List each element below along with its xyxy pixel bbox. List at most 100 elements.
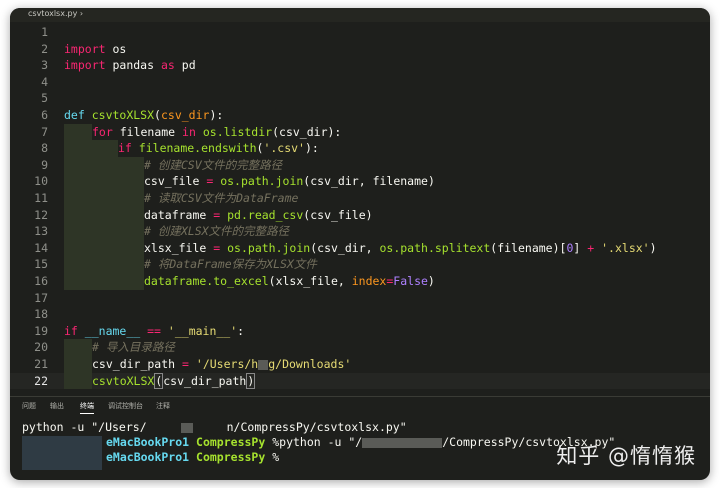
prompt-dir: CompressPy xyxy=(196,450,266,464)
string: g/Downloads' xyxy=(268,357,352,371)
redacted-block xyxy=(362,437,443,448)
function-call: os.path.join xyxy=(227,240,311,255)
function-call: os.path.join xyxy=(220,174,304,189)
module-name: os xyxy=(112,41,127,56)
function-call: dataframe.to_excel xyxy=(144,274,269,288)
function-call: os.listdir xyxy=(202,124,273,139)
line-number: 12 xyxy=(34,207,48,222)
code-line[interactable]: 6 def csvtoXLSX(csv_dir): xyxy=(10,107,710,124)
line-number: 13 xyxy=(34,224,48,239)
variable: filename xyxy=(119,124,176,139)
variable: xlsx_file xyxy=(275,274,338,288)
indent-guide xyxy=(64,156,144,174)
indent-guide xyxy=(64,190,144,207)
keyword: import xyxy=(64,41,106,56)
variable: csv_dir xyxy=(317,240,366,255)
panel-tab-bar: 问题 输出 终端 调试控制台 注释 xyxy=(10,396,710,417)
indent-guide xyxy=(64,339,92,356)
code-line[interactable]: 7 for filename in os.listdir(csv_dir): xyxy=(10,123,710,141)
variable: csv_dir xyxy=(310,174,359,189)
indent-guide xyxy=(64,356,92,373)
file-tab-label[interactable]: csvtoxlsx.py xyxy=(28,9,77,18)
variable: filename xyxy=(497,240,553,255)
terminal-line: python -u "/Users/n/CompressPy/csvtoxlsx… xyxy=(22,420,407,434)
terminal-line: eMacBookPro1 CompressPy % xyxy=(106,450,279,464)
variable: filename xyxy=(372,174,428,189)
code-editor[interactable]: 1 2 import os 3 import pandas as pd 4 5 6 d… xyxy=(10,24,710,392)
tab-terminal[interactable]: 终端 xyxy=(80,401,94,414)
prompt-host: eMacBookPro1 xyxy=(106,435,190,449)
keyword: if xyxy=(64,323,78,338)
tab-output[interactable]: 输出 xyxy=(50,401,64,411)
indent-guide xyxy=(64,140,118,157)
code-line[interactable]: 9 # 创建CSV文件的完整路径 xyxy=(10,156,710,174)
code-line-current[interactable]: 22 csvtoXLSX(csv_dir_path) xyxy=(10,372,710,390)
alias: pd xyxy=(181,58,196,73)
tab-comments[interactable]: 注释 xyxy=(156,401,170,411)
line-number: 6 xyxy=(41,108,48,122)
code-line[interactable]: 10 csv_file = os.path.join(csv_dir, filen… xyxy=(10,173,710,190)
comment: # 创建CSV文件的完整路径 xyxy=(144,157,283,172)
string: '__main__' xyxy=(167,323,238,338)
terminal-text: python -u "/Users/ xyxy=(22,420,147,434)
line-number: 22 xyxy=(34,373,48,388)
code-line[interactable]: 21 csv_dir_path = '/Users/h g/Downloads' xyxy=(10,356,710,373)
line-number: 20 xyxy=(34,340,48,355)
code-line[interactable]: 20 # 导入目录路径 xyxy=(10,339,710,356)
tab-debug-console[interactable]: 调试控制台 xyxy=(108,401,143,411)
prompt-host: eMacBookPro1 xyxy=(106,450,190,464)
string: '.xlsx' xyxy=(601,240,650,255)
code-line[interactable]: 2 import os xyxy=(10,41,710,58)
terminal-text: % xyxy=(272,450,280,464)
builtin-variable: __name__ xyxy=(84,323,141,338)
code-line[interactable]: 19 if __name__ == '__main__': xyxy=(10,323,710,340)
terminal-text: %python -u "/ xyxy=(272,435,363,449)
indent-guide xyxy=(64,123,92,141)
code-line[interactable]: 13 # 创建XLSX文件的完整路径 xyxy=(10,223,710,240)
function-name: csvtoXLSX xyxy=(91,108,155,122)
indent-guide xyxy=(64,239,144,257)
function-call: os.path.splitext xyxy=(379,240,491,255)
code-line[interactable]: 3 import pandas as pd xyxy=(10,57,710,74)
line-number: 8 xyxy=(41,141,48,156)
line-number: 19 xyxy=(34,323,48,338)
comment: # 将DataFrame保存为XLSX文件 xyxy=(144,257,317,272)
code-line[interactable]: 18 xyxy=(10,306,710,323)
code-line[interactable]: 15 # 将DataFrame保存为XLSX文件 xyxy=(10,256,710,273)
file-tab[interactable]: csvtoxlsx.py › xyxy=(28,8,83,22)
indent-guide xyxy=(64,223,144,240)
code-line[interactable]: 16 dataframe.to_excel(xlsx_file, index=Fa… xyxy=(10,273,710,290)
editor-window: csvtoxlsx.py › 1 2 import os 3 import pand… xyxy=(10,8,710,480)
prompt-dir: CompressPy xyxy=(196,435,266,449)
code-line[interactable]: 1 xyxy=(10,24,710,41)
indent-guide xyxy=(64,206,144,224)
variable: csv_file xyxy=(310,207,366,222)
module-name: pandas xyxy=(112,58,155,73)
keyword-argument: index xyxy=(351,274,387,288)
indent-guide xyxy=(64,372,92,390)
line-number: 18 xyxy=(34,307,48,322)
variable: csv_dir xyxy=(279,124,328,139)
line-number: 9 xyxy=(41,157,48,172)
string: '/Users/h xyxy=(195,357,259,371)
comment: # 创建XLSX文件的完整路径 xyxy=(144,224,290,239)
code-line[interactable]: 17 xyxy=(10,290,710,307)
tab-problems[interactable]: 问题 xyxy=(22,401,36,411)
terminal-line: eMacBookPro1 CompressPy %python -u "//Co… xyxy=(106,435,615,449)
redacted-block xyxy=(22,436,102,470)
comment: # 读取CSV文件为DataFrame xyxy=(144,191,299,205)
line-number: 1 xyxy=(41,25,48,39)
variable: csv_dir_path xyxy=(92,357,176,371)
comment: # 导入目录路径 xyxy=(92,340,175,355)
line-number: 17 xyxy=(34,290,48,305)
code-line[interactable]: 14 xlsx_file = os.path.join(csv_dir, os.p… xyxy=(10,239,710,257)
code-line[interactable]: 4 xyxy=(10,74,710,91)
code-line[interactable]: 8 if filename.endswith('.csv'): xyxy=(10,140,710,157)
code-line[interactable]: 5 xyxy=(10,90,710,107)
indent-guide xyxy=(64,256,144,273)
code-line[interactable]: 12 dataframe = pd.read_csv(csv_file) xyxy=(10,206,710,224)
line-number: 11 xyxy=(34,191,48,205)
line-number: 10 xyxy=(34,174,48,189)
line-number: 14 xyxy=(34,240,48,255)
code-line[interactable]: 11 # 读取CSV文件为DataFrame xyxy=(10,190,710,207)
